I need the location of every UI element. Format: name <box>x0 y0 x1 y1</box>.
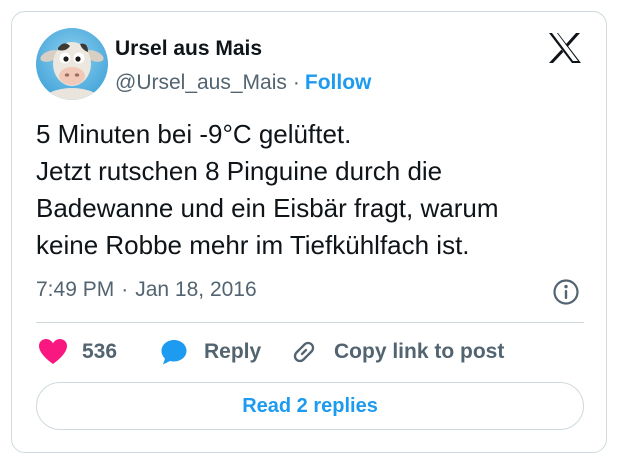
tweet-time: 7:49 PM <box>36 278 115 301</box>
x-logo-icon[interactable] <box>548 32 582 64</box>
reply-label: Reply <box>204 340 262 363</box>
handle-separator: · <box>292 71 300 94</box>
tweet-date: Jan 18, 2016 <box>135 278 257 301</box>
copy-link-button[interactable]: Copy link to post <box>290 334 504 370</box>
author-handle-row: @Ursel_aus_Mais · Follow <box>115 71 371 95</box>
tweet-text: 5 Minuten bei -9°C gelüftet. Jetzt rutsc… <box>36 116 596 264</box>
divider <box>36 322 584 323</box>
read-replies-button[interactable]: Read 2 replies <box>36 382 584 430</box>
info-icon[interactable] <box>552 278 580 306</box>
like-button[interactable]: 536 <box>38 334 117 370</box>
cow-avatar-image <box>36 28 108 100</box>
link-icon <box>293 341 315 363</box>
like-count: 536 <box>82 340 118 363</box>
timestamp-separator: · <box>121 278 129 301</box>
tweet-text-line: Jetzt rutschen 8 Pinguine durch die <box>36 156 443 186</box>
speech-bubble-icon <box>161 340 187 365</box>
avatar[interactable] <box>36 28 108 100</box>
tweet-text-line: 5 Minuten bei -9°C gelüftet. <box>36 119 352 149</box>
reply-button[interactable]: Reply <box>160 334 261 370</box>
tweet-timestamp[interactable]: 7:49 PM · Jan 18, 2016 <box>36 278 257 302</box>
author-handle[interactable]: @Ursel_aus_Mais <box>115 71 287 94</box>
heart-icon <box>39 339 67 364</box>
author-display-name[interactable]: Ursel aus Mais <box>115 37 262 61</box>
copy-link-label: Copy link to post <box>334 340 505 363</box>
follow-button[interactable]: Follow <box>305 71 372 94</box>
tweet-text-line: keine Robbe mehr im Tiefkühlfach ist. <box>36 230 470 260</box>
tweet-text-line: Badewanne und ein Eisbär fragt, warum <box>36 193 499 223</box>
